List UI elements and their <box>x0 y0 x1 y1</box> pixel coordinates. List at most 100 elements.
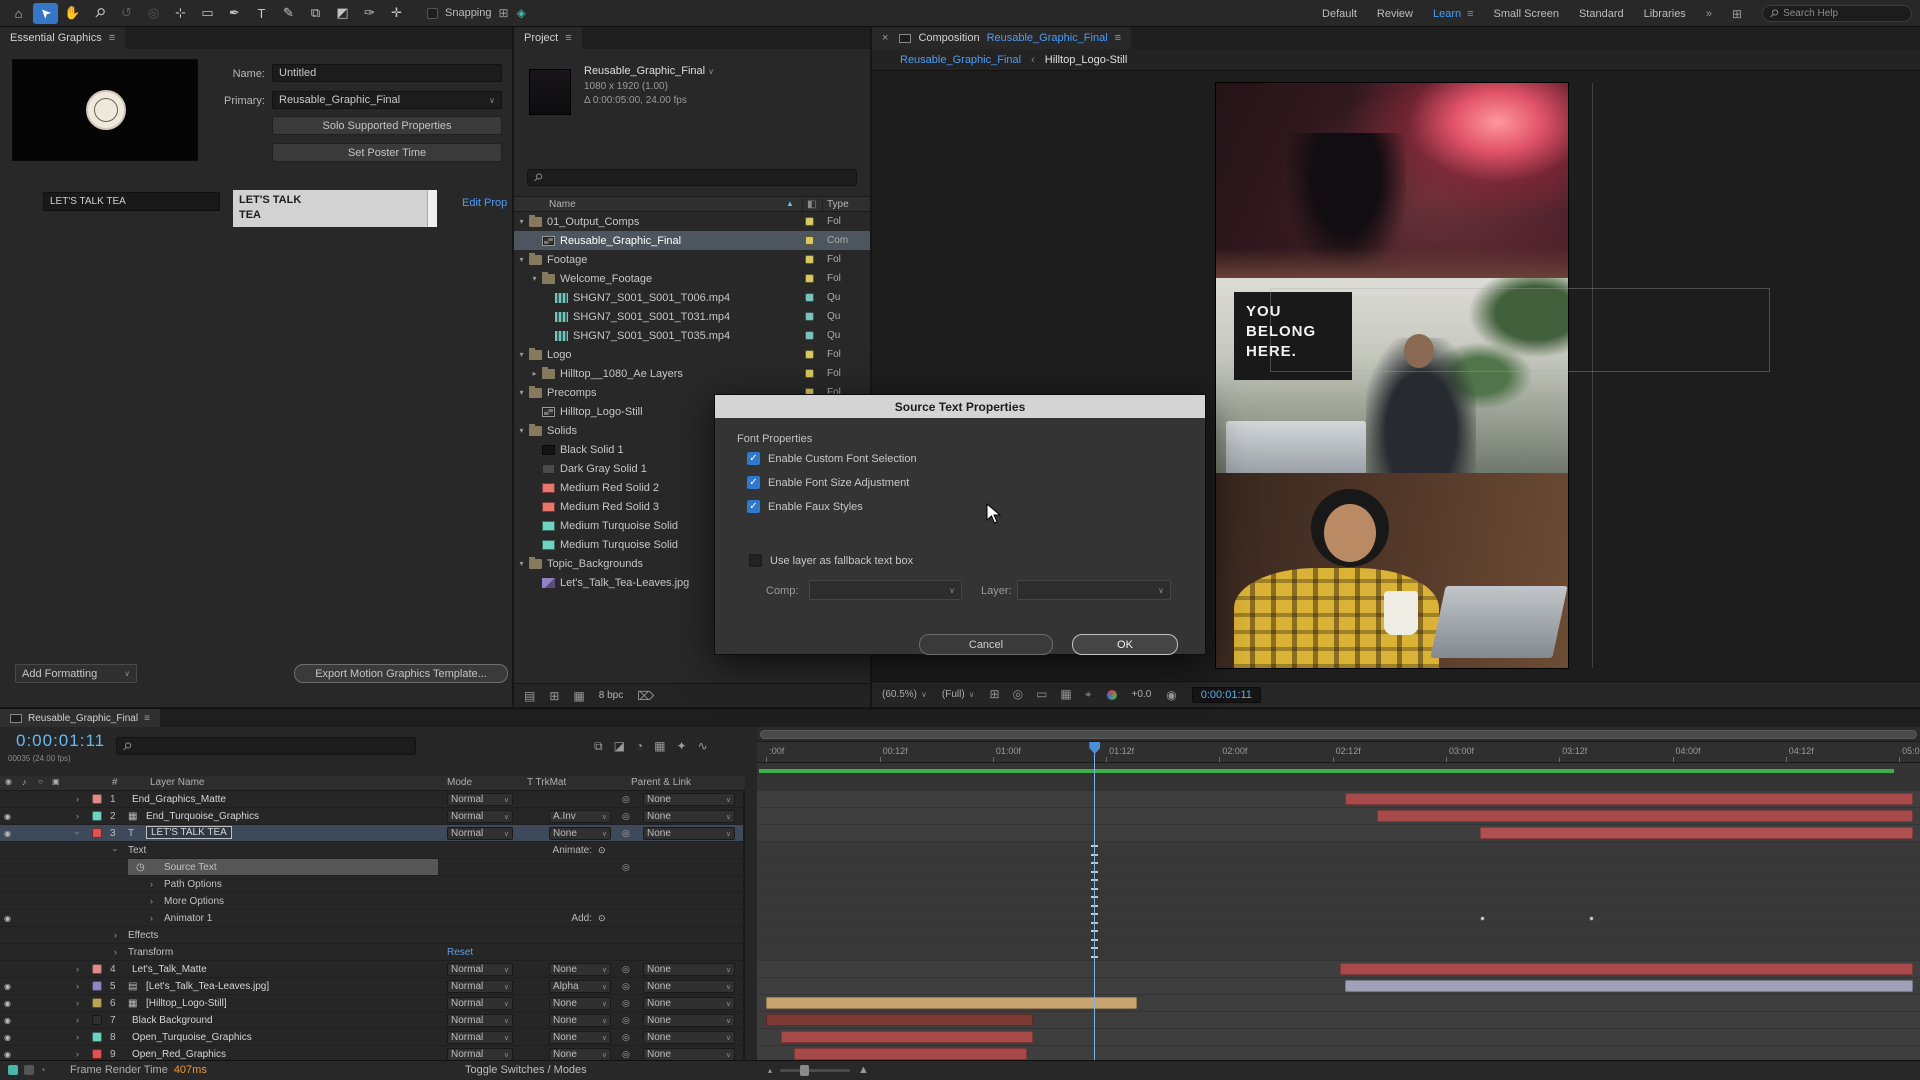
eraser-tool[interactable]: ◩ <box>330 3 355 24</box>
timeline-layer-row[interactable]: › 4 Let's_Talk_Matte Normal ∨ None ∨ ◎ None ∨ <box>0 961 1920 978</box>
trkmat-dropdown[interactable]: None ∨ <box>549 963 611 976</box>
delete-item-icon[interactable]: ⌦ <box>637 689 654 703</box>
mode-dropdown[interactable]: Normal ∨ <box>447 1014 513 1027</box>
layer-expand-chevron[interactable]: › <box>76 791 79 807</box>
twirl-icon[interactable]: ▾ <box>516 217 527 226</box>
label-color-chip[interactable] <box>92 1015 102 1025</box>
layer-name[interactable]: [Let's_Talk_Tea-Leaves.jpg] <box>146 978 269 994</box>
brush-tool[interactable]: ✎ <box>276 3 301 24</box>
parent-dropdown[interactable]: None ∨ <box>643 793 735 806</box>
workspace-overflow-icon[interactable]: » <box>1706 8 1712 20</box>
pickwhip-icon[interactable]: ◎ <box>622 1046 630 1061</box>
workspace-menu-icon[interactable]: ≡ <box>1467 8 1473 20</box>
layer-duration-bar[interactable] <box>766 997 1138 1009</box>
help-search-box[interactable]: ⚲ <box>1762 5 1912 22</box>
property-expand-chevron[interactable]: › <box>114 944 117 960</box>
project-item[interactable]: ▾ Logo Fol <box>514 345 870 364</box>
pickwhip-icon[interactable]: ◎ <box>622 978 630 994</box>
export-motion-graphics-template-button[interactable]: Export Motion Graphics Template... <box>294 664 508 683</box>
layer-name[interactable]: Black Background <box>132 1012 213 1028</box>
home-tool[interactable]: ⌂ <box>6 3 31 24</box>
label-color-chip[interactable] <box>92 811 102 821</box>
property-expand-chevron[interactable]: › <box>114 927 117 943</box>
layer-duration-bar[interactable] <box>794 1048 1027 1060</box>
timeline-property-row[interactable]: › More Options <box>0 893 1920 910</box>
timeline-ruler[interactable]: :00f 00:12f 01:00f 01:12f 02:00f 02:12f 03:00f… <box>757 742 1920 763</box>
column-type[interactable]: Type <box>827 199 849 210</box>
label-color-chip[interactable] <box>92 981 102 991</box>
parent-dropdown[interactable]: None ∨ <box>643 980 735 993</box>
puppet-pin-tool[interactable]: ✛ <box>384 3 409 24</box>
checkbox[interactable]: ✓ <box>747 500 760 513</box>
comp-mini-flowchart-icon[interactable]: ⧉ <box>594 739 603 754</box>
checkbox[interactable]: ✓ <box>747 452 760 465</box>
pickwhip-icon[interactable]: ◎ <box>622 1012 630 1028</box>
project-item[interactable]: SHGN7_S001_S001_T035.mp4 Qu <box>514 326 870 345</box>
checkbox[interactable]: ✓ <box>747 476 760 489</box>
add-icon[interactable]: ⊙ <box>598 910 606 926</box>
property-name[interactable]: Transform <box>128 944 173 960</box>
property-name[interactable]: Path Options <box>164 876 222 892</box>
layer-expand-chevron[interactable]: › <box>76 1029 79 1045</box>
label-color-chip[interactable] <box>805 293 814 302</box>
panel-menu-icon[interactable]: ≡ <box>144 713 150 724</box>
project-item[interactable]: SHGN7_S001_S001_T031.mp4 Qu <box>514 307 870 326</box>
status-flow-icon[interactable]: ◔ <box>40 1065 45 1075</box>
twirl-icon[interactable]: ▾ <box>516 255 527 264</box>
add-icon[interactable]: ⊙ <box>598 842 606 858</box>
label-color-chip[interactable] <box>92 1032 102 1042</box>
project-item[interactable]: ▾ Footage Fol <box>514 250 870 269</box>
mask-visibility-icon[interactable]: ◎ <box>1013 687 1023 702</box>
mode-dropdown[interactable]: Normal ∨ <box>447 980 513 993</box>
property-expand-chevron[interactable]: › <box>150 876 153 892</box>
layer-name[interactable]: Open_Turquoise_Graphics <box>132 1029 252 1045</box>
camera-wireframe-icon[interactable]: ⌖ <box>1085 687 1092 702</box>
pickwhip-icon[interactable]: ◎ <box>622 961 630 977</box>
label-color-chip[interactable] <box>805 350 814 359</box>
orbit-camera-tool[interactable]: ↺ <box>114 3 139 24</box>
time-navigator-bar[interactable] <box>760 730 1917 739</box>
type-tool[interactable]: T <box>249 3 274 24</box>
layer-duration-bar[interactable] <box>1345 793 1913 805</box>
interpret-footage-icon[interactable]: ▤ <box>524 689 535 703</box>
eye-toggle[interactable]: ◉ <box>4 1029 11 1045</box>
comp-timecode[interactable]: 0:00:01:11 <box>1191 686 1261 703</box>
column-trkmat[interactable]: T TrkMat <box>527 777 566 788</box>
comp-tab[interactable]: × Composition Reusable_Graphic_Final ≡ <box>872 27 1132 49</box>
workspace-review[interactable]: Review <box>1377 8 1413 20</box>
workspace-grid-icon[interactable]: ⊞ <box>1732 7 1742 21</box>
close-tab-icon[interactable]: × <box>882 32 888 44</box>
rectangle-tool[interactable]: ▭ <box>195 3 220 24</box>
panel-menu-icon[interactable]: ≡ <box>109 32 115 44</box>
eye-toggle[interactable]: ◉ <box>4 1046 11 1061</box>
status-chip-icon[interactable] <box>8 1065 18 1075</box>
workspace-default[interactable]: Default <box>1322 8 1357 20</box>
timeline-layer-row[interactable]: ◉ › 5 ▤ [Let's_Talk_Tea-Leaves.jpg] Normal ∨ Al… <box>0 978 1920 995</box>
graph-editor-icon[interactable]: ∿ <box>698 739 708 754</box>
eye-toggle[interactable]: ◉ <box>4 825 11 841</box>
property-source-field[interactable]: LET'S TALK TEA <box>43 192 220 211</box>
mode-dropdown[interactable]: Normal ∨ <box>447 997 513 1010</box>
layer-name[interactable]: Let's_Talk_Matte <box>132 961 207 977</box>
motion-blur-icon[interactable]: ✦ <box>677 739 687 754</box>
label-color-chip[interactable] <box>92 998 102 1008</box>
workspace-standard[interactable]: Standard <box>1579 8 1624 20</box>
timeline-column-headers[interactable]: ◉ ♪ ○ ▣ # Layer Name Mode T TrkMat Paren… <box>0 776 745 791</box>
pickwhip-icon[interactable]: ◎ <box>622 859 630 875</box>
label-color-chip[interactable] <box>805 312 814 321</box>
project-tab[interactable]: Project ≡ <box>514 27 582 49</box>
comp-dropdown[interactable]: ∨ <box>809 580 962 600</box>
property-name[interactable]: More Options <box>164 893 224 909</box>
timeline-property-row[interactable]: › Transform Reset <box>0 944 1920 961</box>
timeline-layer-row[interactable]: ◉ › 3 T LET'S TALK TEA Normal ∨ None ∨ ◎ None ∨ <box>0 825 1920 842</box>
timeline-layer-row[interactable]: ◉ › 7 Black Background Normal ∨ None ∨ ◎ None ∨ <box>0 1012 1920 1029</box>
column-layer-name[interactable]: Layer Name <box>150 777 204 788</box>
property-name[interactable]: Animator 1 <box>164 910 212 926</box>
layer-name[interactable]: End_Graphics_Matte <box>132 791 226 807</box>
panel-menu-icon[interactable]: ≡ <box>1115 32 1121 44</box>
property-name[interactable]: Effects <box>128 927 158 943</box>
current-timecode[interactable]: 0:00:01:11 <box>16 731 105 751</box>
workspace-learn[interactable]: Learn <box>1433 8 1461 20</box>
layer-expand-chevron[interactable]: › <box>76 961 79 977</box>
set-poster-time-button[interactable]: Set Poster Time <box>272 143 502 162</box>
